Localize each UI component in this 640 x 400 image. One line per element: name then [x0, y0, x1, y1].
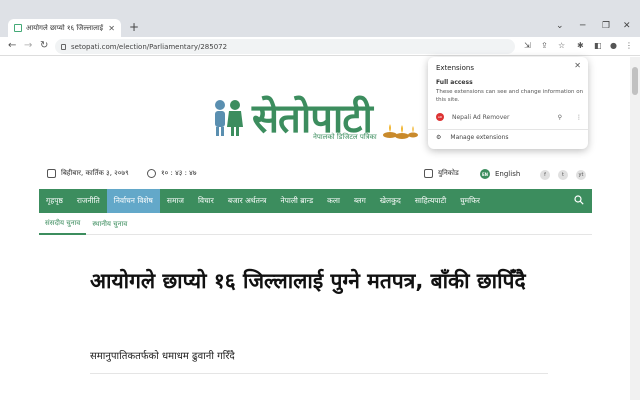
window-close-icon[interactable]: ✕ [623, 21, 631, 31]
full-access-description: These extensions can see and change info… [436, 89, 584, 103]
browser-tab[interactable]: आयोगले छाप्यो १६ जिल्लालाई पु ✕ [8, 19, 121, 37]
nav-item-literature[interactable]: साहित्यपाटी [408, 189, 453, 213]
tab-close-icon[interactable]: ✕ [108, 24, 115, 33]
nav-item-nepali-brand[interactable]: नेपाली ब्रान्ड [273, 189, 320, 213]
popup-title: Extensions [436, 64, 475, 72]
gear-icon: ⚙ [436, 134, 442, 141]
restore-icon[interactable]: ❐ [602, 21, 610, 31]
subnav-item-local[interactable]: स्थानीय चुनाव [86, 215, 133, 235]
side-panel-icon[interactable]: ◧ [594, 41, 602, 50]
address-bar[interactable]: setopati.com/election/Parliamentary/2850… [55, 39, 515, 54]
full-access-heading: Full access [436, 79, 473, 86]
extension-name: Nepali Ad Remover [452, 113, 510, 121]
back-icon[interactable]: ← [8, 40, 16, 51]
english-link[interactable]: EN English [480, 169, 520, 179]
nav-item-market-economy[interactable]: बजार अर्थतन्त्र [221, 189, 274, 213]
extensions-popup: Extensions ✕ Full access These extension… [428, 57, 588, 149]
nav-item-travel[interactable]: घुमफिर [453, 189, 487, 213]
time-display: १० : ४३ : ४७ [147, 169, 196, 178]
nav-item-sports[interactable]: खेलकुद [373, 189, 408, 213]
page-scrollbar[interactable] [630, 57, 640, 400]
subnav-item-parliamentary[interactable]: संसदीय चुनाव [39, 215, 87, 235]
site-logo[interactable]: सेतोपाटी नेपालको डिजिटल पत्रिका [208, 93, 418, 147]
nav-item-blog[interactable]: ब्लग [347, 189, 373, 213]
sub-navigation: संसदीय चुनाव स्थानीय चुनाव [39, 215, 592, 235]
article-headline: आयोगले छाप्यो १६ जिल्लालाई पुग्ने मतपत्र… [90, 269, 526, 293]
forward-icon[interactable]: → [24, 40, 32, 51]
unicode-label: युनिकोड [438, 169, 459, 177]
ad-remover-icon: AD [436, 113, 444, 121]
article-subtitle: समानुपातिकतर्फको धमाधम ढुवानी गरिँदै [90, 351, 235, 362]
tab-strip: आयोगले छाप्यो १६ जिल्लालाई पु ✕ + ⌄ ─ ❐ … [0, 0, 640, 37]
date-display: बिहीबार, कार्तिक ३, २०७९ [47, 169, 129, 178]
favicon-icon [14, 24, 22, 32]
logo-figures-icon [215, 100, 243, 136]
lock-icon [61, 43, 66, 50]
pin-icon[interactable]: ⚲ [558, 114, 562, 121]
clock-icon [147, 169, 156, 178]
keyboard-icon [424, 169, 433, 178]
logo-tagline: नेपालको डिजिटल पत्रिका [313, 133, 377, 141]
extension-item[interactable]: AD Nepali Ad Remover ⚲ ⋮ [436, 113, 582, 121]
twitter-icon[interactable]: t [558, 170, 568, 180]
bookmark-star-icon[interactable]: ☆ [558, 41, 565, 50]
menu-kebab-icon[interactable]: ⋮ [625, 41, 633, 50]
nav-item-election-special[interactable]: निर्वाचन विशेष [106, 189, 160, 213]
tab-search-icon[interactable]: ⌄ [556, 21, 564, 31]
divider [90, 373, 548, 374]
url-text: setopati.com/election/Parliamentary/2850… [71, 42, 228, 51]
english-label: English [495, 170, 521, 178]
scrollbar-thumb[interactable] [632, 67, 638, 95]
popup-divider [428, 129, 588, 130]
minimize-icon[interactable]: ─ [580, 21, 585, 31]
nav-item-politics[interactable]: राजनीति [70, 189, 107, 213]
calendar-icon [47, 169, 56, 178]
popup-close-icon[interactable]: ✕ [574, 61, 581, 70]
nav-item-home[interactable]: गृहपृष्ठ [39, 189, 70, 213]
unicode-link[interactable]: युनिकोड [424, 169, 459, 178]
main-navigation: गृहपृष्ठ राजनीति निर्वाचन विशेष समाज विच… [39, 189, 592, 213]
profile-avatar-icon[interactable]: ● [610, 41, 617, 50]
extension-menu-icon[interactable]: ⋮ [576, 114, 582, 121]
date-text: बिहीबार, कार्तिक ३, २०७९ [61, 169, 129, 177]
reload-icon[interactable]: ↻ [40, 40, 48, 51]
nav-item-opinion[interactable]: विचार [191, 189, 221, 213]
facebook-icon[interactable]: f [540, 170, 550, 180]
youtube-icon[interactable]: yt [576, 170, 586, 180]
new-tab-icon[interactable]: + [129, 20, 139, 34]
browser-toolbar: ← → ↻ setopati.com/election/Parliamentar… [0, 37, 640, 56]
share-icon[interactable]: ⇪ [541, 41, 548, 50]
install-icon[interactable]: ⇲ [524, 41, 531, 50]
tab-title: आयोगले छाप्यो १६ जिल्लालाई पु [26, 23, 106, 32]
nav-item-art[interactable]: कला [320, 189, 347, 213]
nav-item-society[interactable]: समाज [160, 189, 191, 213]
manage-extensions-button[interactable]: ⚙ Manage extensions [436, 134, 509, 141]
manage-extensions-label: Manage extensions [450, 134, 509, 141]
search-icon[interactable] [574, 195, 584, 205]
extensions-puzzle-icon[interactable]: ✱ [577, 41, 584, 50]
english-badge: EN [480, 169, 490, 179]
diya-lamps-icon [383, 124, 418, 139]
time-text: १० : ४३ : ४७ [161, 169, 197, 177]
